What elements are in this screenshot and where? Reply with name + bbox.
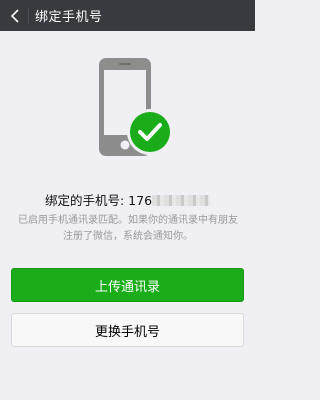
phone-number-mask (152, 195, 211, 206)
upload-contacts-button[interactable]: 上传通讯录 (11, 268, 244, 302)
phone-illustration (99, 58, 173, 156)
bound-phone-number: 绑定的手机号: 176 (0, 190, 255, 209)
chevron-left-icon (10, 8, 19, 23)
page-title: 绑定手机号 (35, 10, 103, 25)
title-bar: 绑定手机号 (0, 0, 255, 31)
bound-phone-label: 绑定的手机号: (44, 193, 125, 208)
check-circle-icon (127, 109, 173, 155)
change-phone-button[interactable]: 更换手机号 (11, 313, 244, 347)
title-divider (28, 7, 29, 24)
match-description: 已启用手机通讯录匹配。如果你的通讯录中有朋友注册了微信，系统会通知你。 (18, 215, 238, 242)
phone-number-prefix: 176 (128, 193, 153, 208)
back-button[interactable] (4, 0, 26, 31)
